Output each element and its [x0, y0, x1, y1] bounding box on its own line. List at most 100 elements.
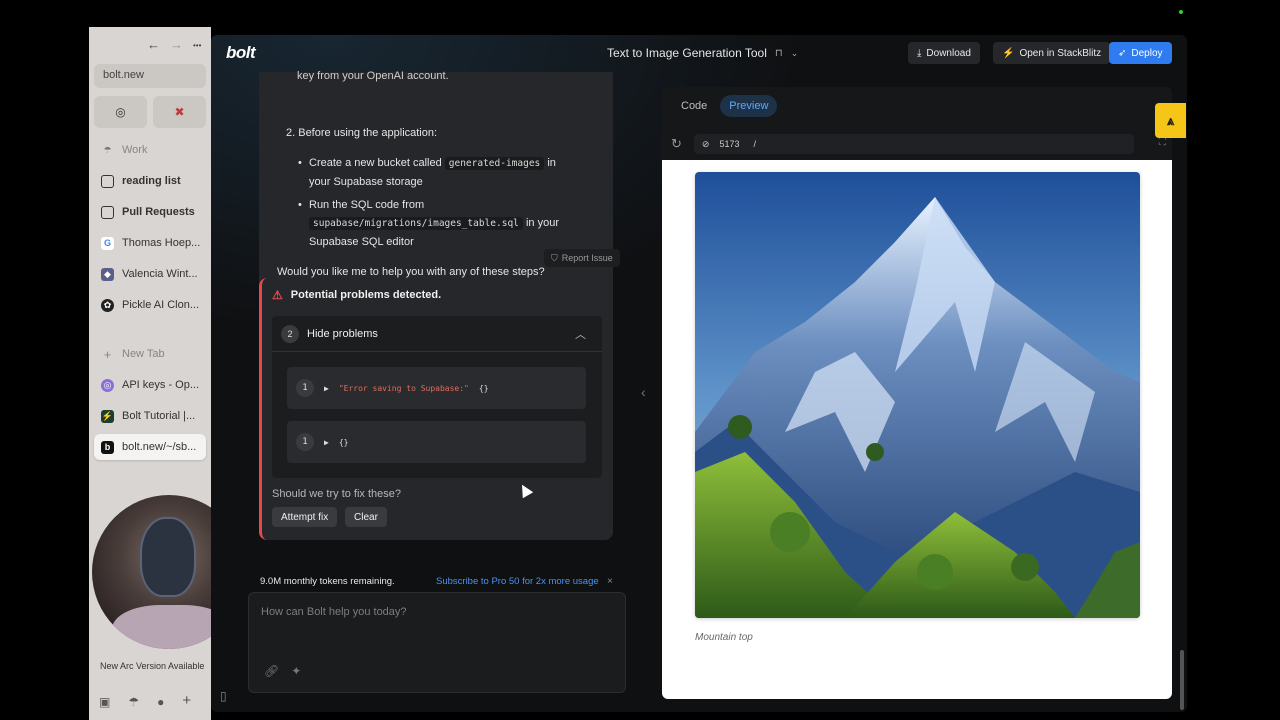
generated-image — [695, 172, 1140, 618]
bolt-icon: b — [101, 440, 114, 454]
arc-tab-thomas[interactable]: G Thomas Hoep... — [94, 230, 206, 256]
back-arrow-icon[interactable]: ← — [147, 37, 160, 54]
arc-item-label: bolt.new/~/sb... — [122, 441, 197, 453]
lock-icon: ⊓ — [774, 47, 783, 59]
deploy-button[interactable]: ➶ Deploy — [1109, 42, 1172, 64]
download-button[interactable]: ⤓ Download — [908, 42, 980, 64]
expand-triangle-icon: ▶ — [324, 383, 329, 393]
clear-button[interactable]: Clear — [345, 507, 387, 527]
preview-address-bar: ↻ ⊘ 5173 / — [671, 132, 1141, 156]
arc-tab-valencia[interactable]: ◆ Valencia Wint... — [94, 261, 206, 287]
tab-code[interactable]: Code — [672, 95, 716, 117]
image-caption: Mountain top — [695, 632, 753, 643]
rocket-icon: ➶ — [1118, 47, 1127, 59]
profile-icon[interactable]: ● — [157, 695, 164, 709]
tokens-remaining: 9.0M monthly tokens remaining. — [260, 575, 395, 587]
preview-url-field[interactable]: ⊘ 5173 / — [693, 134, 1134, 154]
forward-arrow-icon[interactable]: → — [170, 37, 183, 54]
arc-new-tab[interactable]: + New Tab — [94, 341, 206, 367]
bullet-text: in — [547, 157, 556, 169]
arc-bottom-bar: ▣ ☂ ● + — [99, 693, 191, 709]
arc-folder-reading-list[interactable]: reading list — [94, 168, 206, 194]
arc-url-bar[interactable]: bolt.new — [94, 64, 206, 88]
mountain-image-svg — [695, 172, 1140, 618]
pinned-tab-openai[interactable]: ◎ — [94, 96, 147, 128]
sidebar-toggle-icon[interactable]: ▯ — [220, 689, 227, 703]
prompt-input[interactable]: How can Bolt help you today? 🔗︎ ✦ — [248, 592, 626, 693]
problem-count-badge: 1 — [296, 433, 314, 451]
arc-folder-pull-requests[interactable]: Pull Requests — [94, 199, 206, 225]
arc-item-label: Bolt Tutorial |... — [122, 410, 196, 422]
preview-frame: Mountain top — [662, 160, 1172, 699]
archive-icon[interactable]: ▣ — [99, 695, 110, 709]
problem-message: "Error saving to Supabase:" — [338, 383, 469, 393]
arc-tab-api-keys[interactable]: ◎ API keys - Op... — [94, 372, 206, 398]
arc-item-label: reading list — [122, 175, 181, 187]
add-icon[interactable]: + — [182, 693, 191, 709]
scrollbar[interactable] — [1180, 650, 1184, 710]
open-stackblitz-button[interactable]: ⚡ Open in StackBlitz — [993, 42, 1111, 64]
project-title[interactable]: Text to Image Generation Tool ⊓ ⌄ — [607, 46, 798, 60]
chevron-up-icon: ︿ — [575, 329, 586, 341]
preview-path: / — [753, 139, 756, 149]
bolt-tutorial-icon: ⚡ — [101, 409, 114, 423]
prompt-placeholder: How can Bolt help you today? — [261, 606, 407, 618]
inline-code: generated-images — [444, 157, 545, 170]
problem-row[interactable]: 1 ▶ "Error saving to Supabase:" {} — [287, 367, 586, 409]
attempt-fix-button[interactable]: Attempt fix — [272, 507, 338, 527]
report-issue-button[interactable]: ⛉ Report Issue — [544, 249, 620, 267]
truncated-line: key from your OpenAI account. — [297, 70, 449, 82]
google-icon: G — [101, 236, 114, 250]
bolt-logo[interactable]: bolt — [226, 43, 256, 63]
close-icon[interactable]: × — [607, 576, 613, 587]
lightning-icon: ⚡ — [1002, 47, 1015, 59]
space-icon[interactable]: ☂ — [128, 695, 139, 709]
problems-title-text: Potential problems detected. — [290, 289, 442, 301]
arc-item-label: Thomas Hoep... — [122, 237, 201, 249]
arc-tab-bolt-new[interactable]: b bolt.new/~/sb... — [94, 434, 206, 460]
fix-question: Should we try to fix these? — [272, 488, 402, 500]
fullscreen-icon[interactable]: ⛶ — [1159, 137, 1166, 148]
refresh-icon[interactable]: ↻ — [671, 136, 682, 152]
arc-tab-bolt-tutorial[interactable]: ⚡ Bolt Tutorial |... — [94, 403, 206, 429]
bullet-create-bucket: Create a new bucket called generated-ima… — [298, 154, 599, 191]
problem-row[interactable]: 1 ▶ {} — [287, 421, 586, 463]
webcam-person-mask — [140, 517, 196, 597]
openai-icon: ◎ — [115, 105, 126, 119]
hide-problems-toggle[interactable]: 2 Hide problems ︿ — [272, 316, 602, 352]
problems-panel: ⚠ Potential problems detected. 2 Hide pr… — [259, 278, 613, 540]
problems-list: 2 Hide problems ︿ 1 ▶ "Error saving to S… — [272, 316, 602, 478]
arc-tab-pickle[interactable]: ✿ Pickle AI Clon... — [94, 292, 206, 318]
arc-pinned-tabs: ◎ ✖ — [94, 96, 206, 128]
tab-preview[interactable]: Preview — [720, 95, 778, 117]
problems-title: ⚠ Potential problems detected. — [272, 288, 441, 302]
status-dot — [1179, 10, 1183, 14]
workbench: Code Preview ↻ ⊘ 5173 / ⛶ Mountain top — [662, 87, 1172, 699]
arc-space-work[interactable]: ☂ Work — [94, 137, 206, 163]
link-icon[interactable]: 🔗︎ — [264, 664, 279, 678]
arc-item-label: Pull Requests — [122, 206, 195, 218]
stackblitz-label: Open in StackBlitz — [1019, 47, 1102, 59]
subscribe-link[interactable]: Subscribe to Pro 50 for 2x more usage — [436, 576, 599, 587]
pinned-tab-red-app[interactable]: ✖ — [153, 96, 206, 128]
pickle-icon: ✿ — [101, 298, 114, 312]
sparkle-icon[interactable]: ✦ — [291, 664, 301, 678]
shield-icon: ⛉ — [551, 252, 558, 263]
bullet-text: in your — [525, 217, 559, 229]
problem-object: {} — [478, 383, 489, 393]
step-2: 2. Before using the application: — [286, 127, 438, 139]
hide-problems-label: Hide problems — [307, 327, 378, 340]
chevron-left-icon[interactable]: ‹ — [641, 384, 646, 400]
problems-count-badge: 2 — [281, 324, 299, 343]
problem-object: {} — [338, 437, 349, 447]
extension-tab-icon[interactable]: ⩓ — [1155, 103, 1186, 138]
bolt-window: bolt Text to Image Generation Tool ⊓ ⌄ ⤓… — [211, 35, 1187, 712]
warning-icon: ⚠ — [272, 288, 283, 302]
download-label: Download — [926, 47, 971, 59]
arc-update-notice[interactable]: New Arc Version Available — [100, 661, 204, 671]
more-icon[interactable]: ••• — [193, 37, 201, 54]
arc-sidebar: ← → ••• bolt.new ◎ ✖ ☂ Work reading list… — [89, 27, 246, 720]
port-number: 5173 — [719, 139, 740, 149]
bullet-text: your Supabase storage — [309, 176, 423, 188]
screen: ← → ••• bolt.new ◎ ✖ ☂ Work reading list… — [0, 0, 1280, 720]
